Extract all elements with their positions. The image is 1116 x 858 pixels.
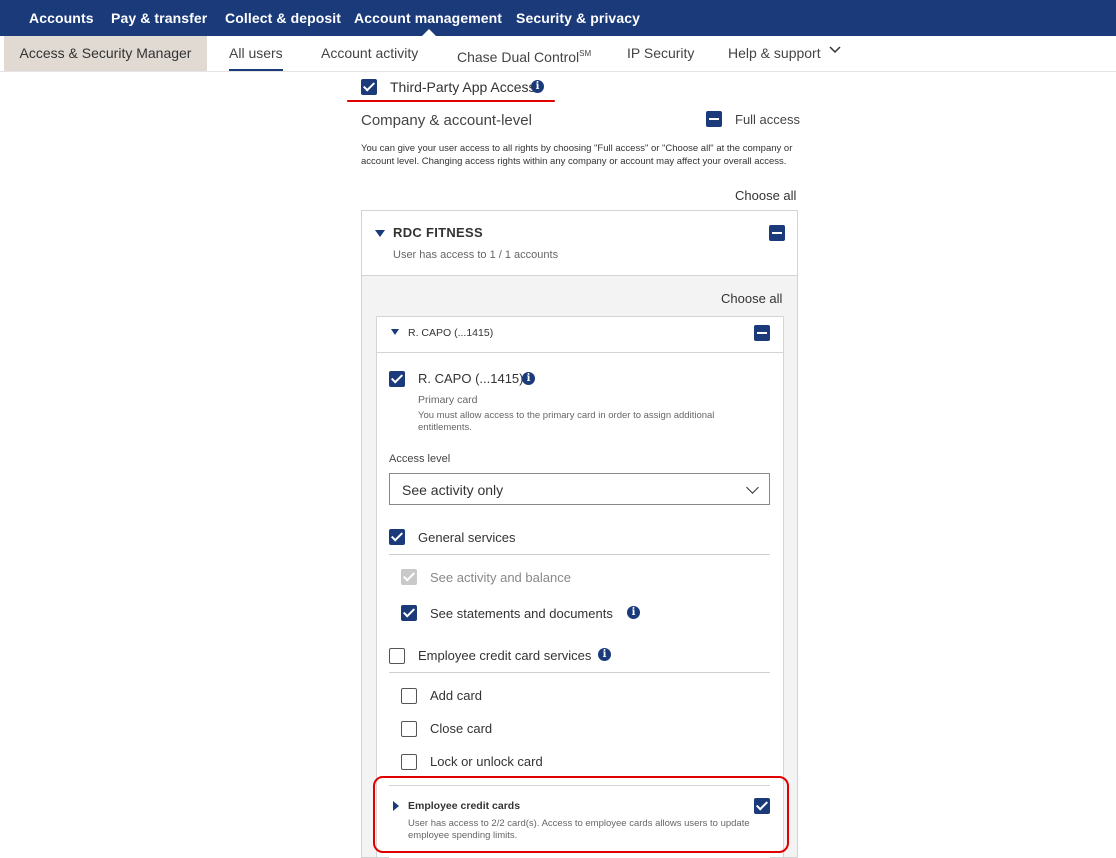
employee-services-checkbox[interactable] — [389, 648, 405, 664]
active-nav-caret — [422, 29, 436, 36]
account-checkbox[interactable] — [754, 325, 770, 341]
third-party-checkbox[interactable] — [361, 79, 377, 95]
card-note: You must allow access to the primary car… — [418, 410, 715, 433]
add-card-checkbox[interactable] — [401, 688, 417, 704]
primary-card-label: R. CAPO (...1415) — [418, 371, 524, 386]
employee-info-icon[interactable]: i — [598, 648, 611, 661]
chevron-down-icon[interactable] — [829, 46, 841, 54]
general-services-checkbox[interactable] — [389, 529, 405, 545]
info-icon[interactable]: i — [531, 80, 544, 93]
close-card-checkbox[interactable] — [401, 721, 417, 737]
add-card-label: Add card — [430, 688, 483, 703]
company-panel-header[interactable] — [362, 211, 797, 276]
tab-help-support[interactable]: Help & support — [728, 36, 821, 71]
nav-accounts[interactable]: Accounts — [29, 0, 94, 36]
employee-services-label: Employee credit card services — [418, 648, 592, 663]
full-access-label: Full access — [735, 112, 801, 127]
chevron-down-icon — [746, 481, 759, 494]
general-services-label: General services — [418, 530, 516, 545]
lock-card-label: Lock or unlock card — [430, 754, 543, 769]
close-card-label: Close card — [430, 721, 493, 736]
statements-info-icon[interactable]: i — [627, 606, 640, 619]
card-info-icon[interactable]: i — [522, 372, 535, 385]
full-access-checkbox[interactable] — [706, 111, 722, 127]
general-divider — [389, 554, 770, 555]
access-level-value: See activity only — [402, 482, 504, 498]
see-statements-label: See statements and documents — [430, 606, 613, 621]
choose-all-company-link[interactable]: Choose all — [721, 291, 782, 306]
tab-dual-control[interactable]: Chase Dual ControlSM — [457, 36, 591, 71]
red-underline-annotation — [347, 100, 555, 102]
sub-nav: Access & Security Manager All users Acco… — [0, 36, 1116, 72]
nav-pay-transfer[interactable]: Pay & transfer — [111, 0, 207, 36]
tab-dual-control-label: Chase Dual Control — [457, 49, 580, 65]
see-activity-checkbox — [401, 569, 417, 585]
company-description: You can give your user access to all rig… — [361, 143, 793, 167]
nav-security-privacy[interactable]: Security & privacy — [516, 0, 640, 36]
choose-all-link[interactable]: Choose all — [735, 188, 796, 203]
section-title: Access & Security Manager — [4, 36, 207, 71]
red-highlight-annotation — [373, 776, 789, 853]
account-header-label: R. CAPO (...1415) — [408, 327, 494, 339]
see-statements-checkbox[interactable] — [401, 605, 417, 621]
company-subtitle: User has access to 1 / 1 accounts — [393, 249, 559, 261]
service-mark: SM — [579, 49, 592, 58]
account-header-divider — [377, 352, 783, 353]
access-level-label: Access level — [389, 453, 451, 465]
tab-account-activity[interactable]: Account activity — [321, 36, 418, 71]
nav-collect-deposit[interactable]: Collect & deposit — [225, 0, 341, 36]
account-expand-triangle-icon[interactable] — [391, 329, 399, 335]
see-activity-label: See activity and balance — [430, 570, 571, 585]
top-nav: Accounts Pay & transfer Collect & deposi… — [0, 0, 1116, 36]
employee-divider — [389, 672, 770, 673]
primary-card-checkbox[interactable] — [389, 371, 405, 387]
access-level-select[interactable]: See activity only — [389, 473, 770, 505]
expand-triangle-icon[interactable] — [375, 230, 385, 237]
tab-ip-security[interactable]: IP Security — [627, 36, 694, 71]
company-checkbox[interactable] — [769, 225, 785, 241]
company-heading: Company & account-level — [361, 112, 532, 129]
card-type: Primary card — [418, 394, 478, 406]
tab-all-users[interactable]: All users — [229, 36, 283, 71]
third-party-label: Third-Party App Access — [390, 79, 536, 95]
lock-card-checkbox[interactable] — [401, 754, 417, 770]
company-name: RDC FITNESS — [393, 225, 483, 240]
